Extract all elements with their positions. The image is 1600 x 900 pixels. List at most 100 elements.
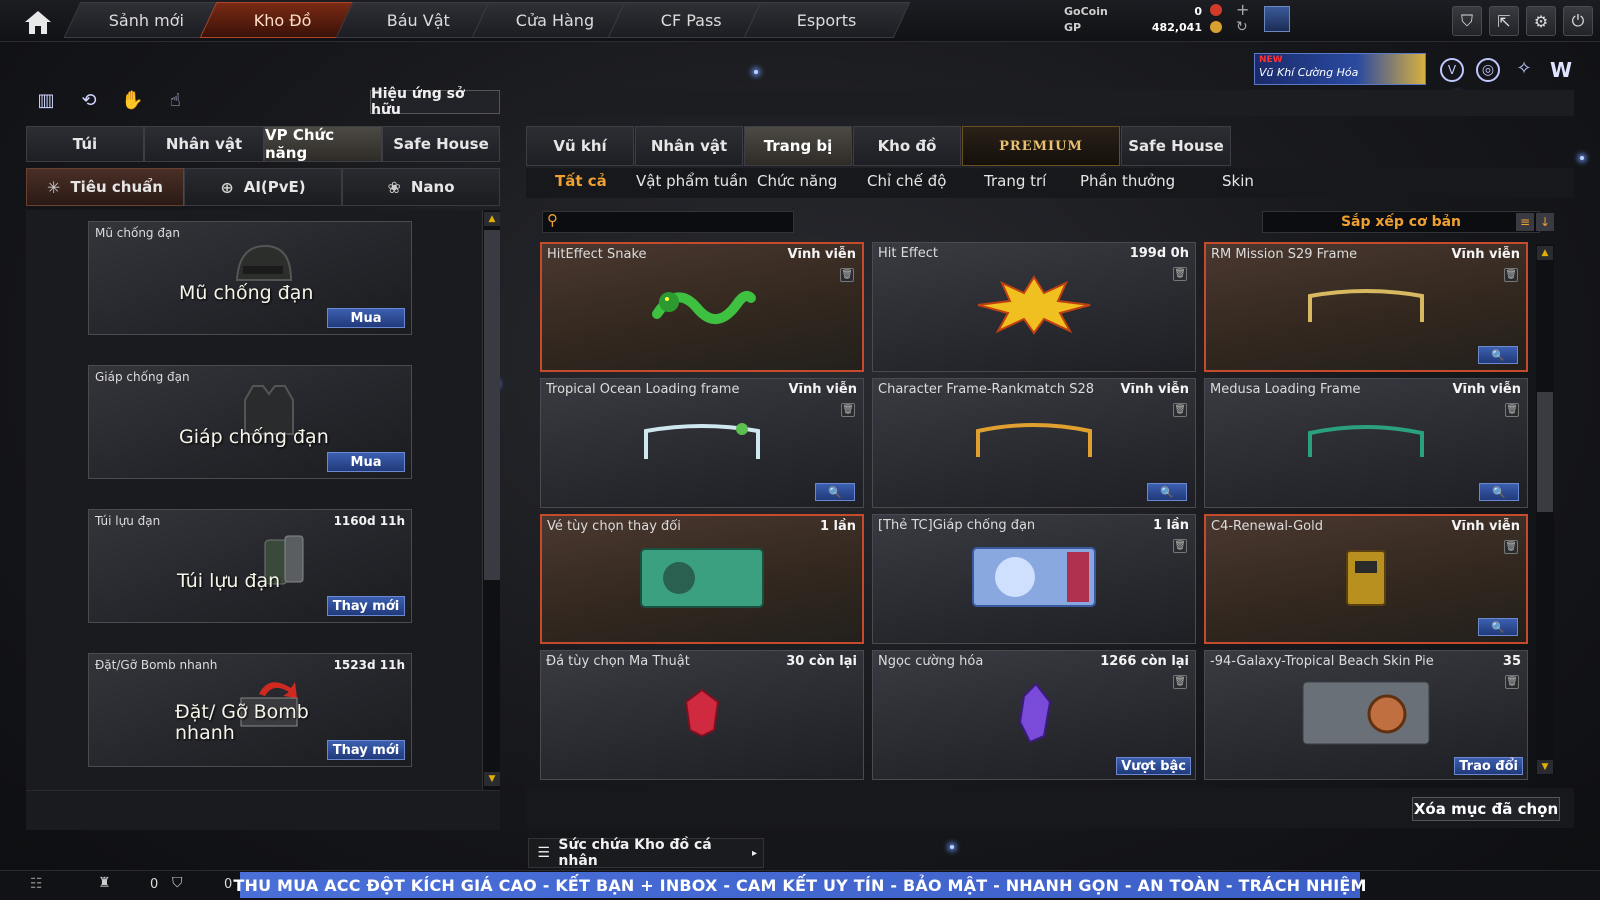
w-logo-icon[interactable]: W bbox=[1548, 58, 1574, 82]
upgrade-button[interactable]: Vượt bậc bbox=[1116, 757, 1191, 775]
tab-characters[interactable]: Nhân vật bbox=[635, 126, 743, 166]
preview-button[interactable]: 🔍 bbox=[1478, 618, 1518, 636]
item-card[interactable]: Vé tùy chọn thay đổi 1 lần bbox=[540, 514, 864, 644]
character-icon[interactable]: ✋ bbox=[118, 88, 146, 112]
trash-icon[interactable]: 🗑 bbox=[1173, 267, 1187, 281]
tab-bag[interactable]: Túi bbox=[26, 126, 144, 162]
magnifier-icon: 🔍 bbox=[1491, 348, 1505, 362]
trash-icon[interactable]: 🗑 bbox=[1505, 403, 1519, 417]
filter-all[interactable]: Tất cả bbox=[555, 172, 607, 194]
filter-rewards[interactable]: Phần thưởng bbox=[1080, 172, 1175, 194]
filter-mode-only[interactable]: Chỉ chế độ bbox=[867, 172, 946, 194]
promo-banner[interactable]: NEW Vũ Khí Cường Hóa bbox=[1254, 53, 1426, 85]
item-card[interactable]: Medusa Loading Frame Vĩnh viễn 🗑 🔍 bbox=[1204, 378, 1528, 508]
list-item[interactable]: Mũ chống đạn Mũ chống đạn Mua bbox=[88, 221, 412, 335]
snake-hit-effect-image bbox=[652, 291, 756, 324]
filter-skin[interactable]: Skin bbox=[1222, 172, 1254, 194]
subtab-nano[interactable]: ❀ Nano bbox=[342, 168, 500, 206]
search-input[interactable]: ⚲ bbox=[542, 211, 794, 233]
buy-button[interactable]: Mua bbox=[327, 452, 405, 472]
tab-premium[interactable]: PREMIUM bbox=[962, 126, 1120, 166]
trash-icon[interactable]: 🗑 bbox=[1505, 675, 1519, 689]
owned-effects-button[interactable]: Hiệu ứng sở hữu bbox=[370, 86, 500, 118]
scroll-down-arrow-icon[interactable]: ▼ bbox=[484, 772, 500, 786]
item-grid-scrollbar[interactable]: ▲ ▼ bbox=[1536, 244, 1554, 778]
subtab-standard[interactable]: ✳ Tiêu chuẩn bbox=[26, 168, 184, 206]
settings-gear-icon[interactable]: ⚙ bbox=[1526, 6, 1556, 36]
refresh-icon[interactable]: ↻ bbox=[1236, 19, 1248, 35]
tab-safe-house-right[interactable]: Safe House bbox=[1121, 126, 1231, 166]
list-item[interactable]: Túi lựu đạn 1160d 11h Túi lựu đạn Thay m… bbox=[88, 509, 412, 623]
sort-direction-icon[interactable]: ↓ bbox=[1536, 213, 1554, 231]
filter-weekly-items[interactable]: Vật phẩm tuần bbox=[636, 172, 748, 194]
scroll-down-arrow-icon[interactable]: ▼ bbox=[1537, 760, 1553, 774]
shield-icon[interactable]: ⛉ bbox=[1452, 6, 1482, 36]
trash-icon[interactable]: 🗑 bbox=[840, 268, 854, 282]
c4-bomb-image bbox=[1346, 550, 1386, 606]
trash-icon[interactable]: 🗑 bbox=[1173, 403, 1187, 417]
trash-icon[interactable]: 🗑 bbox=[1504, 540, 1518, 554]
tab-weapons[interactable]: Vũ khí bbox=[526, 126, 634, 166]
personal-storage-capacity-button[interactable]: ☰ Sức chứa Kho đồ cá nhân ▸ bbox=[528, 837, 764, 869]
exit-room-icon[interactable]: ⇱ bbox=[1489, 6, 1519, 36]
item-name: Ngọc cường hóa bbox=[878, 654, 984, 669]
scroll-thumb[interactable] bbox=[484, 230, 500, 580]
item-name: Vé tùy chọn thay đổi bbox=[547, 519, 681, 534]
item-card[interactable]: RM Mission S29 Frame Vĩnh viễn 🗑 🔍 bbox=[1204, 242, 1528, 372]
glove-icon[interactable]: ☝ bbox=[161, 88, 189, 112]
item-card[interactable]: HitEffect Snake Vĩnh viễn 🗑 bbox=[540, 242, 864, 372]
preview-button[interactable]: 🔍 bbox=[1479, 483, 1519, 501]
history-icon[interactable]: ⟲ bbox=[75, 88, 103, 112]
tab-safe-house[interactable]: Safe House bbox=[382, 126, 500, 162]
add-currency-icon[interactable]: + bbox=[1236, 0, 1249, 19]
tab-storage[interactable]: Kho đồ bbox=[853, 126, 961, 166]
buy-button[interactable]: Mua bbox=[327, 308, 405, 328]
preview-button[interactable]: 🔍 bbox=[1478, 346, 1518, 364]
menu-list-icon[interactable]: ☷ bbox=[30, 876, 43, 892]
renew-button[interactable]: Thay mới bbox=[327, 596, 405, 616]
scroll-thumb[interactable] bbox=[1537, 392, 1553, 512]
trash-icon[interactable]: 🗑 bbox=[1504, 268, 1518, 282]
sort-dropdown[interactable]: Sắp xếp cơ bản bbox=[1262, 211, 1540, 233]
item-card[interactable]: Character Frame-Rankmatch S28 Vĩnh viễn … bbox=[872, 378, 1196, 508]
tab-character[interactable]: Nhân vật bbox=[144, 126, 264, 162]
frame-image bbox=[1308, 425, 1424, 457]
item-card[interactable]: -94-Galaxy-Tropical Beach Skin Pie 35 🗑 … bbox=[1204, 650, 1528, 780]
item-card[interactable]: C4-Renewal-Gold Vĩnh viễn 🗑 🔍 bbox=[1204, 514, 1528, 644]
filter-decoration[interactable]: Trang trí bbox=[984, 172, 1046, 194]
list-item[interactable]: Giáp chống đạn Giáp chống đạn Mua bbox=[88, 365, 412, 479]
left-scrollbar[interactable]: ▲ ▼ bbox=[482, 210, 500, 790]
scroll-up-arrow-icon[interactable]: ▲ bbox=[1537, 246, 1553, 260]
scroll-up-arrow-icon[interactable]: ▲ bbox=[484, 212, 500, 226]
subtab-ai-pve[interactable]: ⊕ AI(PvE) bbox=[184, 168, 342, 206]
trash-icon[interactable]: 🗑 bbox=[1173, 539, 1187, 553]
preview-button[interactable]: 🔍 bbox=[815, 483, 855, 501]
list-item[interactable]: Đặt/Gỡ Bomb nhanh 1523d 11h Đặt/ Gỡ Bomb… bbox=[88, 653, 412, 767]
renew-button[interactable]: Thay mới bbox=[327, 740, 405, 760]
trash-icon[interactable]: 🗑 bbox=[841, 403, 855, 417]
preview-button[interactable]: 🔍 bbox=[1147, 483, 1187, 501]
item-card[interactable]: Tropical Ocean Loading frame Vĩnh viễn 🗑… bbox=[540, 378, 864, 508]
home-button[interactable] bbox=[14, 4, 62, 40]
shield-status-icon: ⛉ bbox=[172, 875, 183, 891]
trade-button[interactable]: Trao đổi bbox=[1454, 757, 1523, 775]
nav-tab-esports[interactable]: Esports bbox=[743, 2, 911, 38]
trash-icon[interactable]: 🗑 bbox=[1173, 675, 1187, 689]
event-icon[interactable] bbox=[1264, 6, 1290, 32]
gocoin-icon bbox=[1210, 4, 1222, 16]
v-badge-icon[interactable]: V bbox=[1440, 58, 1464, 82]
item-card[interactable]: [Thẻ TC]Giáp chống đạn 1 lần 🗑 bbox=[872, 514, 1196, 644]
stats-icon[interactable]: ▥ bbox=[32, 88, 60, 112]
crosshair-icon[interactable]: ✧ bbox=[1512, 58, 1536, 82]
item-duration: Vĩnh viễn bbox=[788, 382, 857, 397]
item-card[interactable]: Ngọc cường hóa 1266 còn lại 🗑 Vượt bậc bbox=[872, 650, 1196, 780]
item-card[interactable]: Đá tùy chọn Ma Thuật 30 còn lại bbox=[540, 650, 864, 780]
tab-equipment[interactable]: Trang bị bbox=[744, 126, 852, 166]
power-icon[interactable]: ⏻ bbox=[1563, 6, 1593, 36]
filter-functional[interactable]: Chức năng bbox=[757, 172, 837, 194]
item-card[interactable]: Hit Effect 199d 0h 🗑 bbox=[872, 242, 1196, 372]
globe-icon[interactable]: ◎ bbox=[1476, 58, 1500, 82]
tab-functional-items[interactable]: VP Chức năng bbox=[264, 126, 382, 162]
delete-selected-button[interactable]: Xóa mục đã chọn bbox=[1412, 797, 1560, 821]
list-view-icon[interactable]: ≡ bbox=[1516, 213, 1534, 231]
